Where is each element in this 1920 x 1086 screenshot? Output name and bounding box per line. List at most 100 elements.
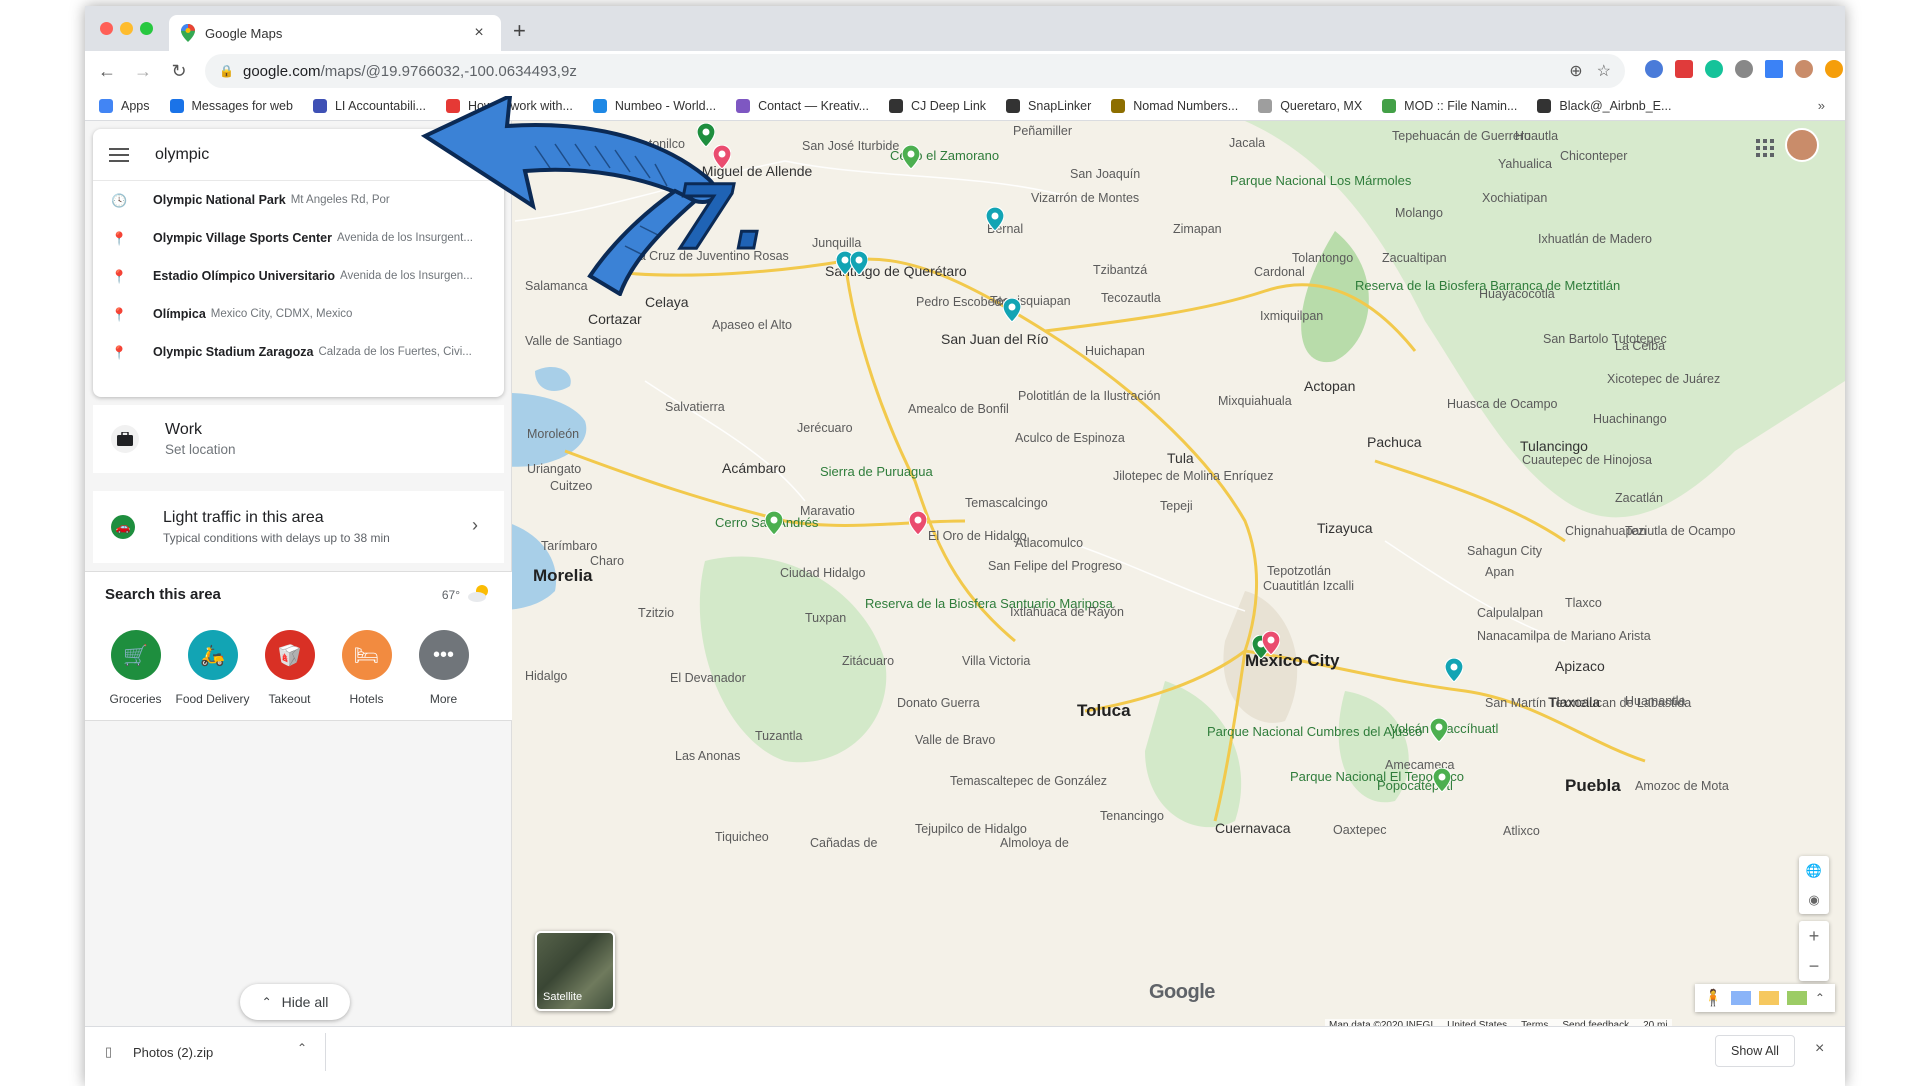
map-pin-icon[interactable] [908, 510, 928, 536]
map-place-label[interactable]: Ixtlahuaca de Rayón [1010, 605, 1124, 619]
map-place-label[interactable]: Jacala [1229, 136, 1265, 150]
map-place-label[interactable]: Tejupilco de Hidalgo [915, 822, 1027, 836]
bookmark-star-icon[interactable]: ☆ [1597, 61, 1611, 81]
satellite-toggle[interactable]: Satellite [535, 931, 615, 1011]
chevron-up-icon[interactable]: ⌃ [297, 1041, 307, 1055]
map-place-label[interactable]: Xochiatipan [1482, 191, 1547, 205]
map-place-label[interactable]: Huachinango [1593, 412, 1667, 426]
map-place-label[interactable]: Tzitzio [638, 606, 674, 620]
map-place-label[interactable]: Oaxtepec [1333, 823, 1387, 837]
map-pin-icon[interactable] [1002, 297, 1022, 323]
map-place-label[interactable]: Sierra de Puruagua [820, 465, 933, 479]
map-place-label[interactable]: Chiconteper [1560, 149, 1627, 163]
map-place-label[interactable]: Vizarrón de Montes [1031, 191, 1139, 205]
zoom-out-button[interactable]: − [1799, 951, 1829, 981]
address-bar[interactable]: 🔒 google.com /maps/@19.9766032,-100.0634… [205, 54, 1625, 88]
map-place-label[interactable]: Tepehuacán de Guerrero [1392, 129, 1531, 143]
map-place-label[interactable]: Ciudad Hidalgo [780, 566, 865, 580]
map-place-label[interactable]: Tepeji [1160, 499, 1193, 513]
category-more-button[interactable]: ••• More [405, 630, 482, 706]
bookmark-item[interactable]: MOD :: File Namin... [1382, 98, 1517, 113]
map-place-label[interactable]: Huichapan [1085, 344, 1145, 358]
globe-control[interactable]: 🌐 ◉ [1799, 856, 1829, 914]
map-place-label[interactable]: Zacualtipan [1382, 251, 1447, 265]
map-pin-icon[interactable] [1261, 630, 1281, 656]
map-place-label[interactable]: Cuautepec de Hinojosa [1522, 453, 1652, 467]
map-place-label[interactable]: Nanacamilpa de Mariano Arista [1477, 629, 1651, 643]
close-download-bar-icon[interactable]: × [1815, 1040, 1824, 1058]
extension-icon[interactable] [1675, 60, 1693, 78]
map-place-label[interactable]: Morelia [533, 567, 593, 584]
map-place-label[interactable]: Temascaltepec de González [950, 774, 1107, 788]
map-place-label[interactable]: Celaya [645, 295, 689, 309]
download-item[interactable]: ▯ Photos (2).zip [105, 1039, 305, 1065]
map-place-label[interactable]: Atlixco [1503, 824, 1540, 838]
google-apps-grid-icon[interactable] [1755, 138, 1775, 158]
map-place-label[interactable]: Acámbaro [722, 461, 786, 475]
map-place-label[interactable]: Tuxpan [805, 611, 846, 625]
map-place-label[interactable]: San José Iturbide [802, 139, 899, 153]
map-place-label[interactable]: Teziutla de Ocampo [1625, 524, 1735, 538]
map-place-label[interactable]: Tecozautla [1101, 291, 1161, 305]
map-place-label[interactable]: Zitácuaro [842, 654, 894, 668]
tab-close-icon[interactable]: × [469, 24, 489, 42]
map-place-label[interactable]: Ixmiquilpan [1260, 309, 1323, 323]
map-place-label[interactable]: Atlacomulco [1015, 536, 1083, 550]
map-place-label[interactable]: Parque Nacional Los Mármoles [1230, 174, 1411, 188]
map-pin-icon[interactable] [1432, 767, 1452, 793]
map-place-label[interactable]: Tenancingo [1100, 809, 1164, 823]
layer-tile[interactable] [1758, 991, 1779, 1005]
bookmark-item[interactable]: Queretaro, MX [1258, 98, 1362, 113]
bookmark-item[interactable]: CJ Deep Link [888, 98, 986, 113]
map-place-label[interactable]: Cuitzeo [550, 479, 592, 493]
map-place-label[interactable]: El Devanador [670, 671, 746, 685]
pegman-icon[interactable]: 🧍 [1703, 988, 1723, 1008]
category-hotels-button[interactable]: 🛏 Hotels [328, 630, 405, 706]
map-place-label[interactable]: Jilotepec de Molina Enríquez [1113, 469, 1274, 483]
map-place-label[interactable]: Valle de Santiago [525, 334, 622, 348]
map-place-label[interactable]: Cuautitlán Izcalli [1263, 579, 1354, 593]
map-place-label[interactable]: Pedro Escobedo [916, 295, 1008, 309]
work-location-item[interactable]: Work Set location [93, 405, 504, 473]
bookmark-item[interactable]: Apps [99, 98, 150, 113]
map-place-label[interactable]: Cardonal [1254, 265, 1305, 279]
hide-all-button[interactable]: ⌃ Hide all [240, 984, 350, 1020]
map-place-label[interactable]: Zacatlán [1615, 491, 1663, 505]
close-window-button[interactable] [100, 22, 113, 35]
map-pin-icon[interactable] [1444, 657, 1464, 683]
map-place-label[interactable]: Tizayuca [1317, 521, 1373, 535]
expand-layers-icon[interactable]: ⌃ [1815, 991, 1825, 1005]
back-button[interactable]: ← [93, 57, 121, 85]
map-place-label[interactable]: Moroleón [527, 427, 579, 441]
map-place-label[interactable]: Almoloya de [1000, 836, 1069, 850]
suggestion-item[interactable]: 📍 Olímpica Mexico City, CDMX, Mexico [93, 295, 504, 333]
extension-icon[interactable] [1765, 60, 1783, 78]
map-place-label[interactable]: Xicotepec de Juárez [1607, 372, 1720, 386]
category-groceries-button[interactable]: 🛒 Groceries [97, 630, 174, 706]
category-takeout-button[interactable]: 🥡 Takeout [251, 630, 328, 706]
traffic-info-item[interactable]: 🚗 Light traffic in this area Typical con… [93, 491, 504, 563]
suggestion-item[interactable]: 📍 Olympic Stadium Zaragoza Calzada de los … [93, 333, 504, 371]
map-place-label[interactable]: San Joaquín [1070, 167, 1140, 181]
map-place-label[interactable]: Aculco de Espinoza [1015, 431, 1125, 445]
map-place-label[interactable]: Tolantongo [1292, 251, 1353, 265]
map-place-label[interactable]: Ixhuatlán de Madero [1538, 232, 1652, 246]
map-place-label[interactable]: Jerécuaro [797, 421, 853, 435]
map-place-label[interactable]: Amealco de Bonfil [908, 402, 1009, 416]
map-place-label[interactable]: Zimapan [1173, 222, 1222, 236]
map-place-label[interactable]: Huasca de Ocampo [1447, 397, 1557, 411]
map-place-label[interactable]: Yahualica [1498, 157, 1552, 171]
map-place-label[interactable]: Mixquiahuala [1218, 394, 1292, 408]
map-place-label[interactable]: Charo [590, 554, 624, 568]
map-place-label[interactable]: El Oro de Hidalgo [928, 529, 1027, 543]
map-pin-icon[interactable] [764, 510, 784, 536]
map-place-label[interactable]: Puebla [1565, 777, 1621, 794]
map-place-label[interactable]: Calpulalpan [1477, 606, 1543, 620]
map-place-label[interactable]: Cañadas de [810, 836, 877, 850]
extension-icon[interactable] [1825, 60, 1843, 78]
globe-icon[interactable]: 🌐 [1799, 856, 1829, 885]
maximize-window-button[interactable] [140, 22, 153, 35]
layer-tile[interactable] [1730, 991, 1751, 1005]
map-place-label[interactable]: Tiquicheo [715, 830, 769, 844]
extension-icon[interactable] [1735, 60, 1753, 78]
